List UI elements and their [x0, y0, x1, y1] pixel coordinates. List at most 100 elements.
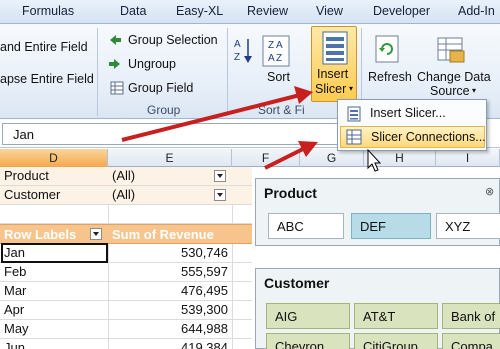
refresh-icon: [374, 34, 400, 64]
customer-item[interactable]: Compa: [442, 333, 500, 349]
table-row[interactable]: May 644,988: [0, 320, 252, 339]
customer-item[interactable]: Chevron: [266, 333, 350, 349]
group-field-button[interactable]: Group Field: [128, 81, 193, 95]
tab-easy-xl[interactable]: Easy-XL: [176, 4, 223, 18]
ungroup-icon: [108, 58, 122, 70]
filter-field-label: Product: [4, 168, 49, 183]
group-field-icon: [110, 81, 124, 95]
filter-dropdown-icon[interactable]: [214, 189, 226, 201]
column-header-i[interactable]: I: [436, 149, 500, 167]
expand-entire-field-button[interactable]: and Entire Field: [0, 40, 88, 54]
row-value: 476,495: [181, 283, 228, 298]
slicer-connections-icon: [346, 129, 362, 145]
row-labels-header: Row Labels: [4, 227, 77, 242]
sort-az-icon[interactable]: A Z: [232, 36, 254, 66]
product-item-xyz[interactable]: XYZ: [436, 213, 500, 239]
table-row[interactable]: Jun 419,384: [0, 339, 252, 349]
svg-text:Z: Z: [268, 40, 274, 51]
svg-text:A: A: [268, 53, 275, 64]
refresh-button[interactable]: Refresh: [368, 70, 412, 84]
dropdown-arrow-icon: ▾: [472, 86, 477, 95]
insert-slicer-line1: Insert: [317, 67, 349, 81]
collapse-entire-field-button[interactable]: apse Entire Field: [0, 72, 94, 86]
tab-developer[interactable]: Developer: [373, 4, 430, 18]
tab-view[interactable]: View: [316, 4, 343, 18]
row-label: Jun: [4, 340, 25, 349]
product-slicer[interactable]: Product ⊗ ABC DEF XYZ: [255, 178, 500, 246]
column-header-row: D E F G H I: [0, 149, 500, 167]
insert-slicer-icon: [346, 106, 362, 122]
menu-item-label: Insert Slicer...: [370, 106, 446, 120]
product-slicer-title: Product: [264, 185, 317, 201]
formula-input[interactable]: Jan: [2, 123, 340, 145]
tab-review[interactable]: Review: [247, 4, 288, 18]
filter-field-label: Customer: [4, 187, 61, 202]
active-cell-cursor: [1, 243, 108, 263]
row-label: Mar: [4, 283, 27, 298]
sum-of-revenue-header: Sum of Revenue: [112, 227, 214, 242]
clear-filter-icon[interactable]: ⊗: [485, 185, 494, 198]
empty-row: [0, 205, 252, 224]
product-item-abc[interactable]: ABC: [268, 213, 344, 239]
filter-field-value: (All): [112, 187, 136, 202]
row-value: 539,300: [181, 302, 228, 317]
menu-item-insert-slicer[interactable]: Insert Slicer...: [340, 103, 485, 125]
tab-add-ins[interactable]: Add-In: [458, 4, 495, 18]
row-label: Feb: [4, 264, 27, 279]
column-header-e[interactable]: E: [108, 149, 232, 167]
column-header-f[interactable]: F: [232, 149, 300, 167]
row-value: 555,597: [181, 264, 228, 279]
sort-dialog-icon: Z A A Z: [260, 34, 292, 68]
table-row[interactable]: Mar 476,495: [0, 282, 252, 301]
column-header-d[interactable]: D: [0, 149, 108, 167]
filter-dropdown-icon[interactable]: [214, 170, 226, 182]
dropdown-arrow-icon: ▾: [349, 84, 354, 93]
insert-slicer-button[interactable]: Insert Slicer ▾: [311, 26, 357, 102]
row-value: 419,384: [181, 340, 228, 349]
svg-text:Z: Z: [276, 53, 282, 64]
customer-item[interactable]: Bank of: [442, 303, 500, 329]
menu-item-label: Slicer Connections...: [371, 130, 486, 144]
group-group-label: Group: [147, 103, 181, 117]
row-label: May: [4, 321, 29, 336]
svg-text:A: A: [276, 40, 283, 51]
tab-formulas[interactable]: Formulas: [22, 4, 74, 18]
filter-row: Customer (All): [0, 186, 252, 205]
menu-item-slicer-connections[interactable]: Slicer Connections...: [340, 126, 486, 148]
pivot-header-row: Row Labels Sum of Revenue: [0, 224, 252, 244]
row-label: Apr: [4, 302, 25, 317]
formula-value: Jan: [13, 127, 34, 142]
table-row[interactable]: Apr 539,300: [0, 301, 252, 320]
ungroup-button[interactable]: Ungroup: [128, 57, 176, 71]
customer-item[interactable]: CitiGroup: [354, 333, 438, 349]
sort-button[interactable]: Sort: [267, 70, 290, 84]
table-row[interactable]: Jan 530,746: [0, 243, 252, 263]
tab-data[interactable]: Data: [120, 4, 146, 18]
ribbon-separator: [227, 28, 228, 116]
insert-slicer-menu: Insert Slicer... Slicer Connections...: [337, 99, 487, 151]
customer-slicer[interactable]: Customer AIG AT&T Bank of Chevron CitiGr…: [255, 268, 500, 349]
product-item-def[interactable]: DEF: [351, 213, 431, 239]
ribbon-separator: [97, 28, 98, 116]
svg-text:A: A: [234, 39, 241, 50]
filter-row: Product (All): [0, 167, 252, 186]
ribbon-tab-bar: Formulas Data Easy-XL Review View Develo…: [0, 0, 500, 24]
change-data-source-line2[interactable]: Source: [430, 84, 470, 98]
row-value: 644,988: [181, 321, 228, 336]
customer-item[interactable]: AIG: [266, 303, 350, 329]
filter-field-value: (All): [112, 168, 136, 183]
group-selection-button[interactable]: Group Selection: [128, 33, 218, 47]
table-row[interactable]: Feb 555,597: [0, 263, 252, 282]
sort-filter-group-label: Sort & Fi: [258, 103, 305, 117]
change-data-source-line1[interactable]: Change Data: [417, 70, 491, 84]
change-data-source-icon: [436, 36, 466, 64]
row-labels-filter-icon[interactable]: [90, 228, 102, 240]
column-header-g[interactable]: G: [300, 149, 364, 167]
svg-text:Z: Z: [234, 52, 240, 63]
customer-slicer-title: Customer: [264, 275, 330, 291]
slicer-icon: [321, 31, 349, 65]
customer-item[interactable]: AT&T: [354, 303, 438, 329]
group-selection-icon: [108, 34, 122, 46]
column-header-h[interactable]: H: [364, 149, 436, 167]
insert-slicer-line2: Slicer: [315, 82, 347, 96]
